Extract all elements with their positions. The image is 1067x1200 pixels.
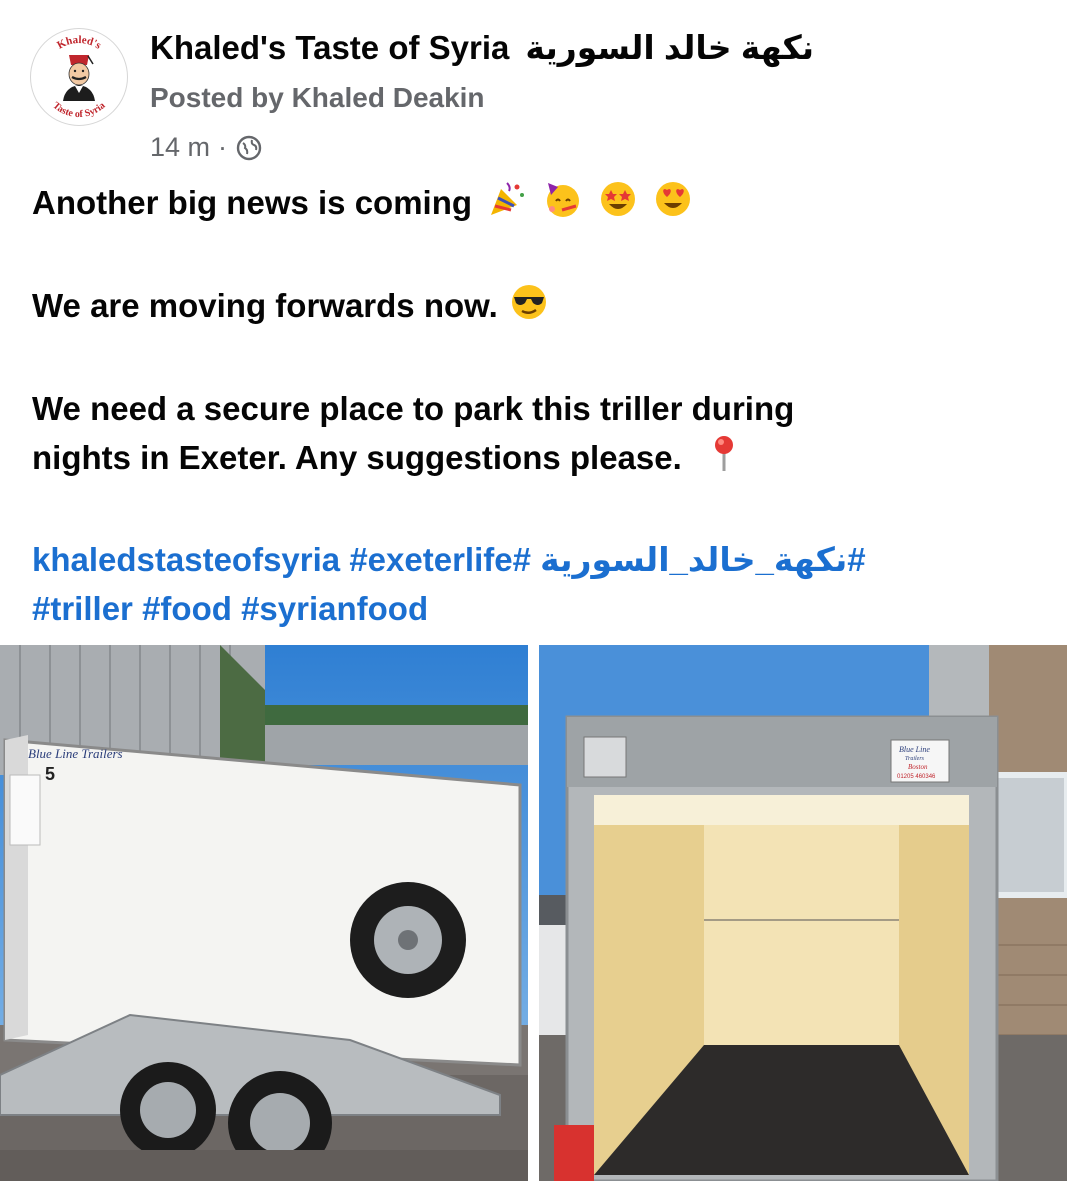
text-line-2-content: We are moving forwards now.: [32, 286, 498, 324]
post-meta: 14 m ·: [150, 132, 263, 163]
trailer-sticker-city: Boston: [908, 763, 928, 771]
heart-eyes-icon: [653, 179, 693, 232]
page-name-ar[interactable]: نكهة خالد السورية: [525, 29, 814, 66]
trailer-sticker-brand: Blue Line: [899, 745, 930, 754]
posted-by[interactable]: Posted by Khaled Deakin: [150, 82, 485, 114]
hashtags-line-2: #triller #food #syrianfood: [32, 584, 1042, 633]
text-line-2: We are moving forwards now.: [32, 281, 1042, 335]
trailer-number-label: 5: [45, 764, 55, 784]
hashtag-triller[interactable]: #triller: [32, 590, 133, 627]
party-popper-icon: [487, 179, 527, 232]
trailer-sticker-phone: 01205 460346: [897, 774, 936, 780]
page-avatar[interactable]: Khaled's Taste of Syria: [30, 28, 128, 126]
hashtag-arabic[interactable]: #نكهة_خالد_السورية: [540, 541, 865, 578]
timestamp[interactable]: 14 m: [150, 132, 210, 163]
post-photo-trailer-exterior[interactable]: Blue Line Trailers 5: [0, 645, 528, 1181]
text-line-3: We need a secure place to park this tril…: [32, 389, 795, 427]
text-line-1-content: Another big news is coming: [32, 184, 473, 221]
post-photo-trailer-interior[interactable]: Blue Line Trailers Boston 01205 460346: [539, 645, 1067, 1181]
hashtag-food[interactable]: #food: [142, 590, 232, 627]
meta-separator: ·: [218, 132, 228, 162]
hashtag-syrianfood[interactable]: #syrianfood: [241, 590, 428, 627]
trailer-brand-label: Blue Line Trailers: [28, 746, 123, 761]
sunglasses-face-icon: [509, 282, 549, 335]
trailer-sticker-brand2: Trailers: [905, 756, 925, 762]
text-line-4: nights in Exeter. Any suggestions please…: [32, 433, 1042, 487]
post-text: Another big news is coming We are moving…: [32, 178, 1042, 633]
hashtag-khaledstasteofsyria[interactable]: khaledstasteofsyria: [32, 541, 340, 578]
round-pushpin-icon: [709, 433, 739, 486]
star-struck-icon: [598, 179, 638, 232]
text-line-1: Another big news is coming: [32, 178, 1042, 232]
globe-icon[interactable]: [235, 134, 263, 162]
page-name[interactable]: Khaled's Taste of Syria نكهة خالد السورية: [150, 28, 814, 67]
hashtags-line-1: khaledstasteofsyria #exeterlife# #نكهة_خ…: [32, 535, 1042, 584]
partying-face-icon: [542, 179, 582, 232]
text-line-4-content: nights in Exeter. Any suggestions please…: [32, 438, 682, 476]
facebook-post: Khaled's Taste of Syria Khaled's Taste o…: [0, 0, 1067, 1200]
page-name-en[interactable]: Khaled's Taste of Syria: [150, 29, 509, 66]
hashtag-exeterlife[interactable]: #exeterlife#: [349, 541, 531, 578]
page-logo: Khaled's Taste of Syria: [33, 31, 125, 123]
